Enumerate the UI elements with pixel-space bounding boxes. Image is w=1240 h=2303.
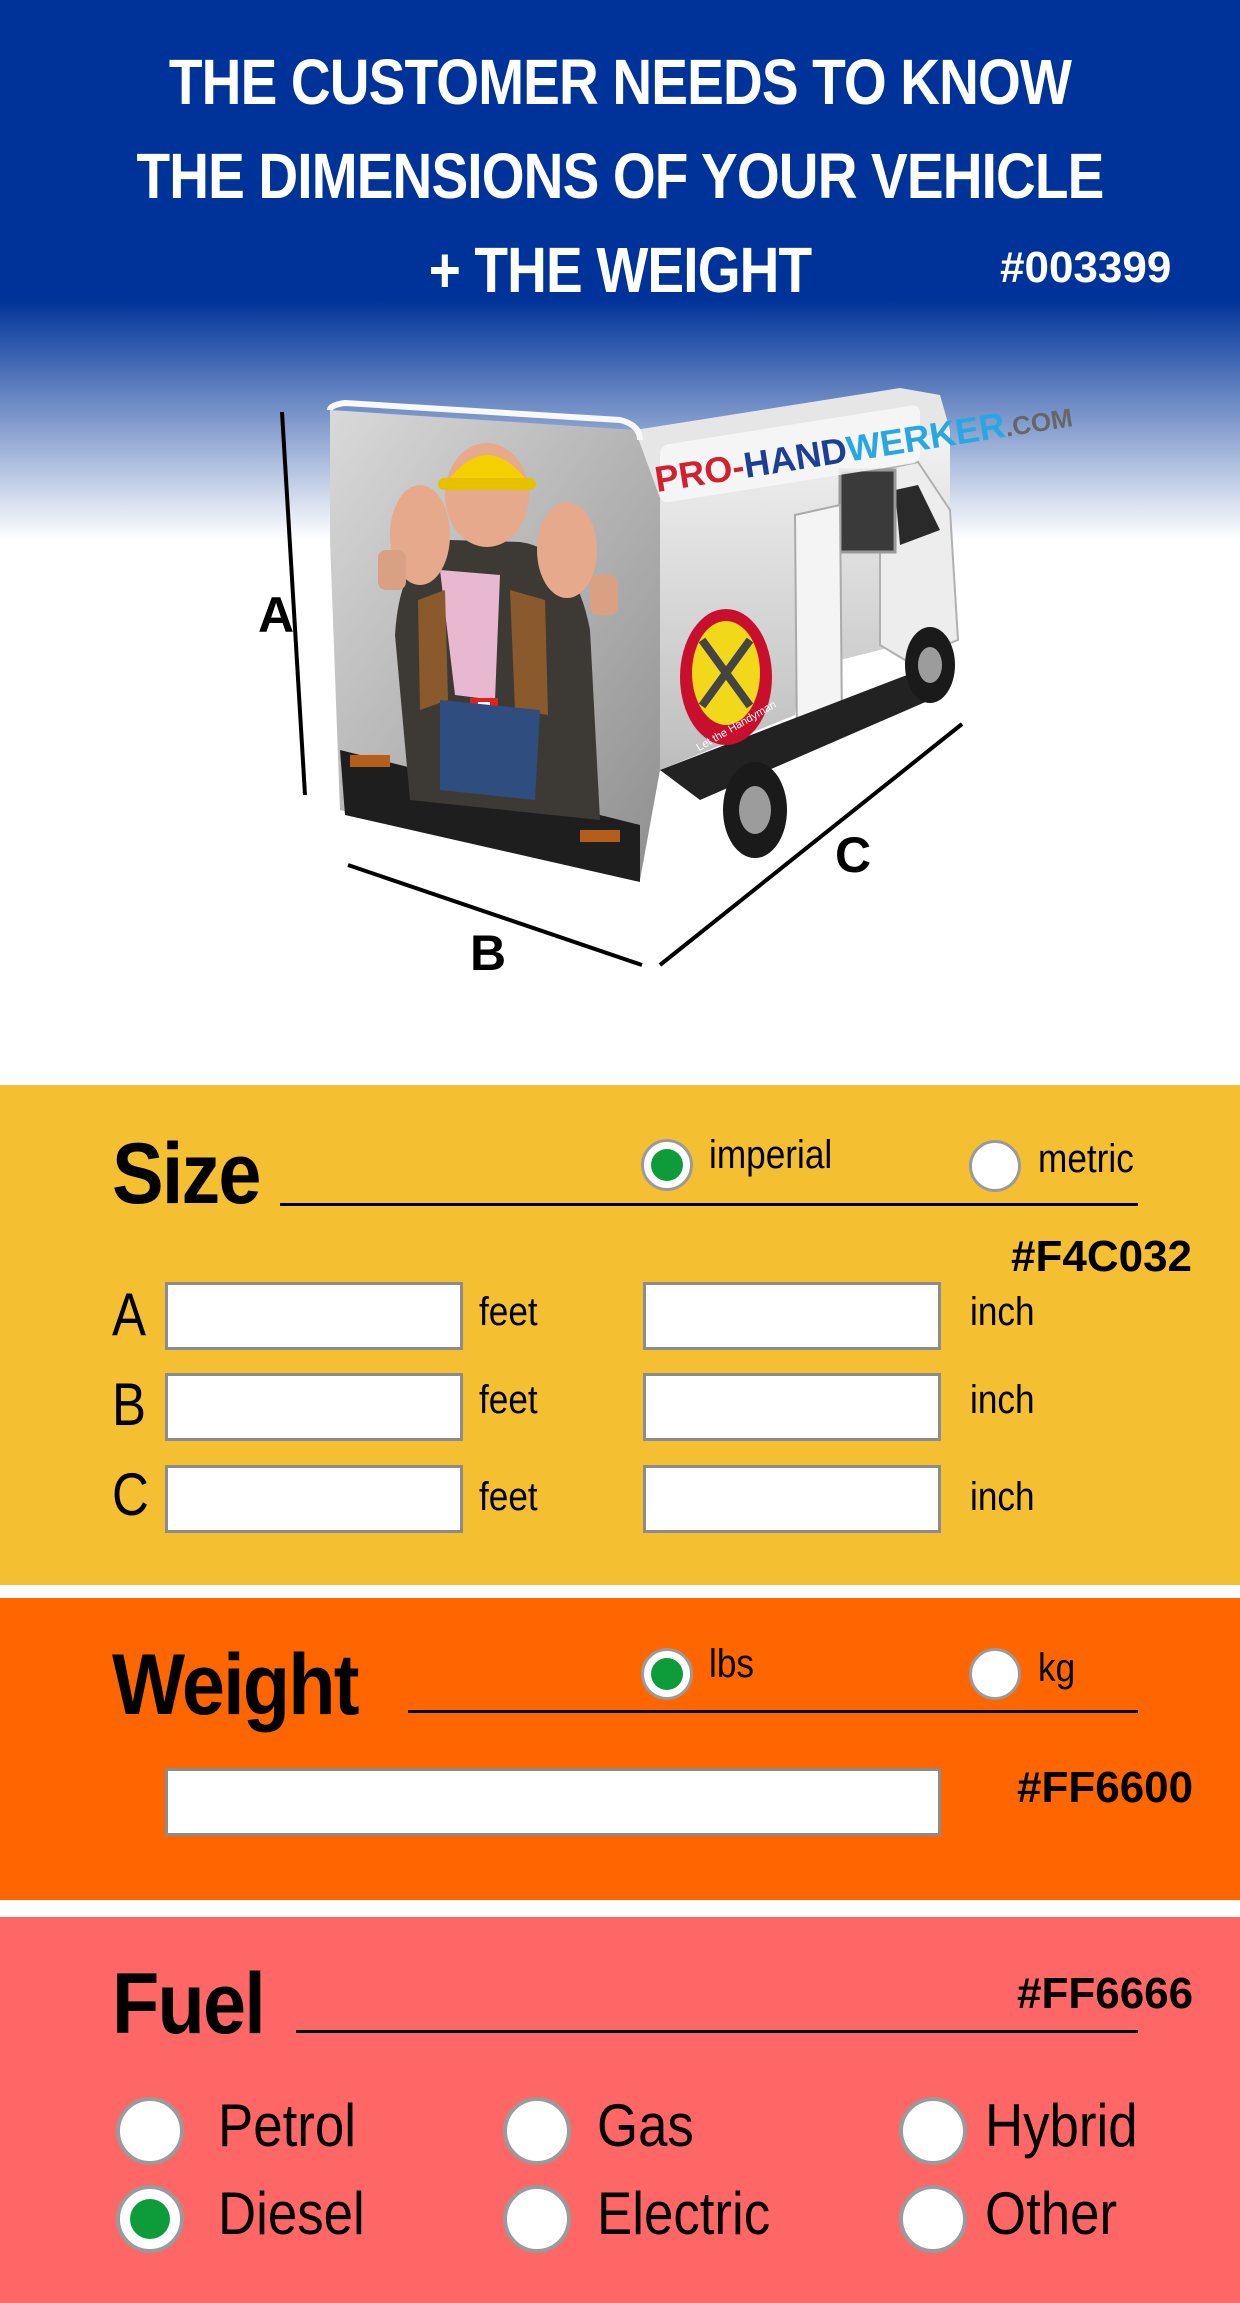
label-imperial: imperial [709,1133,833,1177]
radio-other[interactable] [899,2185,967,2253]
weight-color-code: #FF6600 [1017,1763,1194,1812]
b-inch-input[interactable] [643,1373,941,1441]
row-letter-c: C [112,1461,149,1528]
a-inch-unit: inch [970,1290,1035,1334]
headline-line-1: THE CUSTOMER NEEDS TO KNOW [168,46,1072,118]
radio-gas[interactable] [503,2097,571,2165]
radio-metric[interactable] [969,1140,1021,1192]
c-feet-unit: feet [479,1475,538,1519]
radio-imperial[interactable] [641,1139,693,1191]
fuel-color-code: #FF6666 [1017,1969,1194,2018]
a-feet-input[interactable] [165,1282,463,1350]
headline-line-2: THE DIMENSIONS OF YOUR VEHICLE [136,140,1104,212]
label-diesel: Diesel [218,2180,365,2247]
b-feet-unit: feet [479,1378,538,1422]
weight-title: Weight [112,1637,360,1733]
size-color-code: #F4C032 [1011,1232,1193,1281]
b-feet-input[interactable] [165,1373,463,1441]
radio-hybrid[interactable] [899,2097,967,2165]
label-hybrid: Hybrid [985,2092,1138,2159]
row-letter-b: B [112,1371,147,1438]
weight-title-underline [408,1710,1138,1713]
b-inch-unit: inch [970,1378,1035,1422]
dimension-label-c: C [835,827,871,883]
radio-kg[interactable] [969,1648,1021,1700]
label-lbs: lbs [709,1642,755,1686]
weight-section: Weight lbs kg #FF6600 [0,1598,1240,1900]
label-kg: kg [1038,1646,1076,1690]
c-feet-input[interactable] [165,1465,463,1533]
a-inch-input[interactable] [643,1282,941,1350]
fuel-section: Fuel #FF6666 Petrol Gas Hybrid Diesel El… [0,1917,1240,2303]
c-inch-input[interactable] [643,1465,941,1533]
weight-input[interactable] [165,1768,941,1836]
headline: THE CUSTOMER NEEDS TO KNOW THE DIMENSION… [87,35,1153,317]
header-color-code: #003399 [1000,243,1172,292]
fuel-title-underline [296,2030,1138,2033]
dimension-label-a: A [258,587,294,643]
radio-electric[interactable] [503,2185,571,2253]
dimension-label-b: B [470,925,506,981]
fuel-title: Fuel [112,1956,266,2052]
c-inch-unit: inch [970,1475,1035,1519]
headline-line-3: + THE WEIGHT [428,234,812,306]
radio-diesel[interactable] [116,2185,184,2253]
row-letter-a: A [112,1281,147,1348]
size-title-underline [280,1203,1138,1206]
camper-van-illustration: A B C PRO-HANDWERKER.COM Let the Handyma… [258,388,1075,981]
brand-com: .COM [1003,402,1075,442]
label-other: Other [985,2180,1118,2247]
size-section: Size imperial metric #F4C032 A feet inch… [0,1085,1240,1585]
label-electric: Electric [597,2180,771,2247]
label-metric: metric [1038,1137,1134,1181]
label-petrol: Petrol [218,2092,356,2159]
label-gas: Gas [597,2092,694,2159]
radio-petrol[interactable] [116,2097,184,2165]
radio-lbs[interactable] [641,1648,693,1700]
header-banner: THE CUSTOMER NEEDS TO KNOW THE DIMENSION… [0,0,1240,1085]
size-title: Size [112,1126,261,1222]
a-feet-unit: feet [479,1290,538,1334]
